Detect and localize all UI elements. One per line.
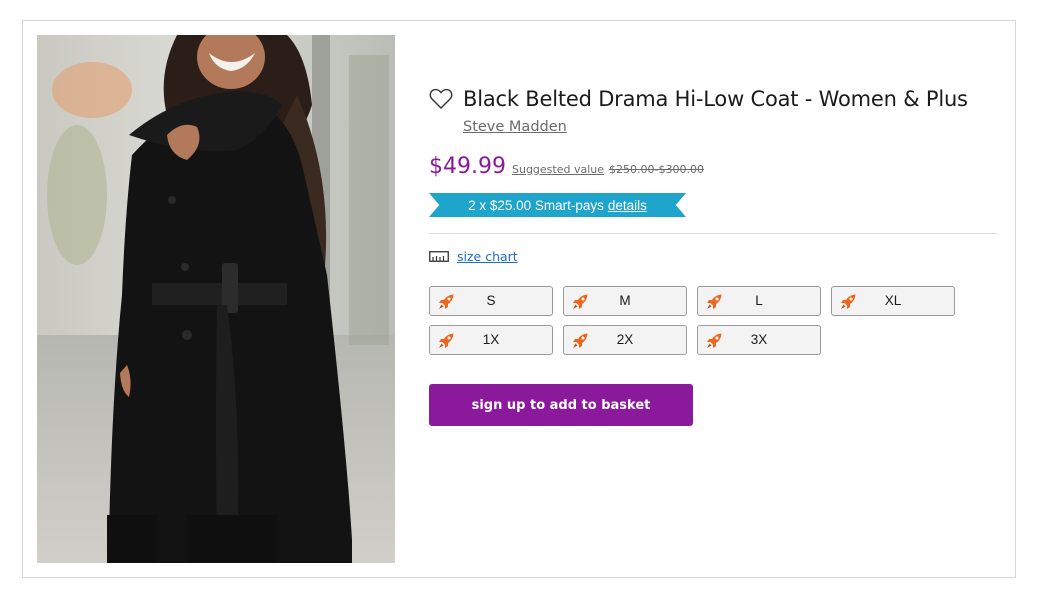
size-button-m[interactable]: M <box>563 286 687 316</box>
smart-pays-details-link[interactable]: details <box>608 198 647 213</box>
size-label: M <box>619 293 631 308</box>
title-row: Black Belted Drama Hi-Low Coat - Women &… <box>429 87 968 111</box>
size-button-xl[interactable]: XL <box>831 286 955 316</box>
size-label: S <box>486 293 496 308</box>
size-button-s[interactable]: S <box>429 286 553 316</box>
size-button-1x[interactable]: 1X <box>429 325 553 355</box>
product-card: Black Belted Drama Hi-Low Coat - Women &… <box>22 20 1016 578</box>
smart-pays-banner: 2 x $25.00 Smart-pays details <box>429 193 686 217</box>
size-button-l[interactable]: L <box>697 286 821 316</box>
product-title: Black Belted Drama Hi-Low Coat - Women &… <box>463 87 968 111</box>
size-label: 1X <box>482 332 500 347</box>
brand-link[interactable]: Steve Madden <box>463 119 567 135</box>
add-to-basket-button[interactable]: sign up to add to basket <box>429 384 693 426</box>
size-label: L <box>755 293 763 308</box>
divider <box>429 233 997 234</box>
size-button-3x[interactable]: 3X <box>697 325 821 355</box>
sale-price: $49.99 <box>429 154 506 179</box>
size-label: 3X <box>750 332 768 347</box>
price-row: $49.99 Suggested value $250.00-$300.00 <box>429 154 704 179</box>
smart-pays-text: 2 x $25.00 Smart-pays <box>468 197 604 213</box>
suggested-price-range: $250.00-$300.00 <box>609 163 704 176</box>
size-button-2x[interactable]: 2X <box>563 325 687 355</box>
size-label: 2X <box>616 332 634 347</box>
size-chart-row: size chart <box>429 249 518 264</box>
ruler-icon <box>429 251 449 262</box>
suggested-value-link[interactable]: Suggested value <box>512 163 604 176</box>
product-image[interactable] <box>37 35 395 563</box>
size-chart-link[interactable]: size chart <box>457 249 518 264</box>
heart-icon[interactable] <box>429 88 453 110</box>
product-info: Black Belted Drama Hi-Low Coat - Women &… <box>429 21 999 577</box>
size-label: XL <box>884 293 902 308</box>
